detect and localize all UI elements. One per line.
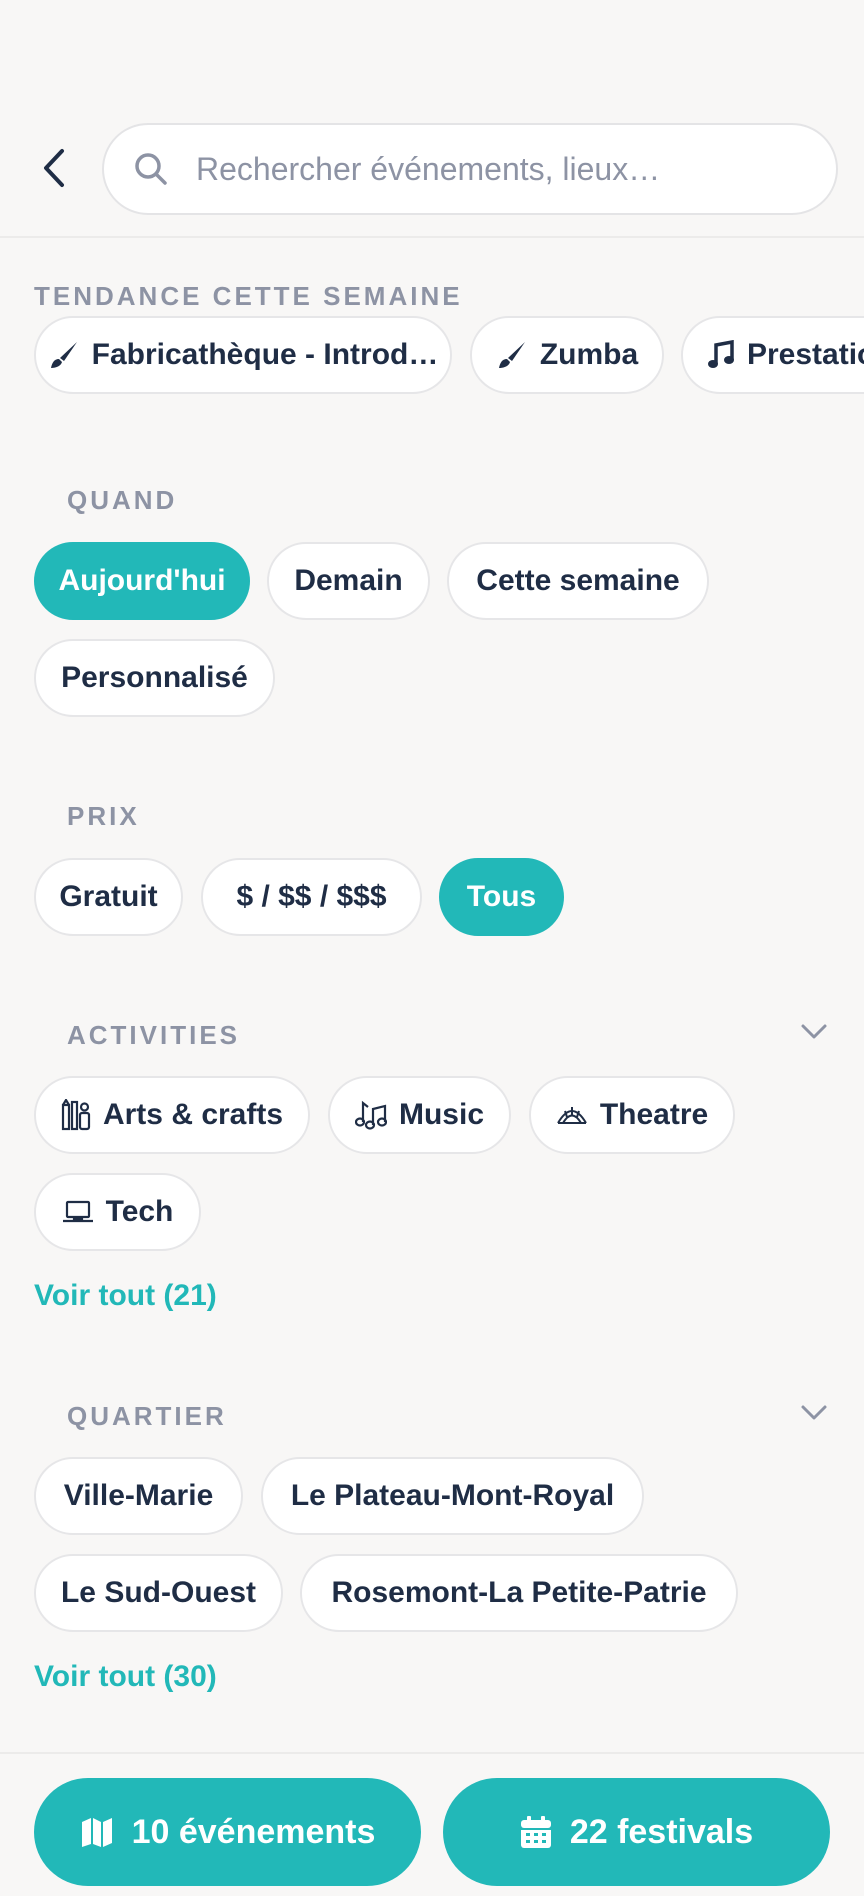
festivals-button[interactable]: 22 festivals <box>443 1778 830 1886</box>
festivals-count-label: 22 festivals <box>569 1812 754 1851</box>
search-box[interactable] <box>102 123 838 215</box>
activity-label: Arts & crafts <box>102 1098 284 1131</box>
back-button[interactable] <box>30 144 78 192</box>
music-note-icon <box>707 340 735 370</box>
trending-label: Zumba <box>539 338 639 371</box>
chevron-left-icon <box>44 149 64 187</box>
trending-row[interactable]: Fabricathèque - Introd… Zumba Prestation <box>0 316 864 396</box>
activities-see-all-link[interactable]: Voir tout (21) <box>34 1279 217 1313</box>
filters-screen: TENDANCE CETTE SEMAINE Fabricathèque - I… <box>0 0 864 1896</box>
when-option-custom[interactable]: Personnalisé <box>34 639 275 717</box>
header <box>0 0 864 238</box>
price-option-free[interactable]: Gratuit <box>34 858 183 936</box>
neighbourhood-see-all-link[interactable]: Voir tout (30) <box>34 1660 217 1694</box>
neighbourhood-title: QUARTIER <box>67 1401 227 1431</box>
theatre-icon <box>556 1103 588 1127</box>
search-icon <box>135 153 167 185</box>
when-option-this-week[interactable]: Cette semaine <box>447 542 709 620</box>
activity-label: Music <box>398 1098 485 1131</box>
paintbrush-icon <box>48 339 80 371</box>
chevron-down-icon[interactable] <box>800 1022 828 1042</box>
activity-chip-arts-crafts[interactable]: Arts & crafts <box>34 1076 310 1154</box>
when-option-tomorrow[interactable]: Demain <box>267 542 430 620</box>
events-map-button[interactable]: 10 événements <box>34 1778 421 1886</box>
neighbourhood-chip[interactable]: Le Sud-Ouest <box>34 1554 283 1632</box>
calendar-icon <box>520 1816 551 1848</box>
trending-chip[interactable]: Fabricathèque - Introd… <box>34 316 452 394</box>
search-input[interactable] <box>196 150 796 188</box>
when-option-today[interactable]: Aujourd'hui <box>34 542 250 620</box>
trending-title: TENDANCE CETTE SEMAINE <box>34 281 463 311</box>
footer-bar: 10 événements 22 festivals <box>0 1752 864 1896</box>
paintbrush-icon <box>496 339 528 371</box>
trending-chip[interactable]: Zumba <box>470 316 664 394</box>
neighbourhood-chip[interactable]: Ville-Marie <box>34 1457 243 1535</box>
trending-chip[interactable]: Prestation <box>681 316 864 394</box>
music-notes-icon <box>354 1100 387 1130</box>
events-count-label: 10 événements <box>131 1812 376 1851</box>
trending-label: Fabricathèque - Introd… <box>91 338 439 371</box>
price-option-all[interactable]: Tous <box>439 858 564 936</box>
activity-chip-music[interactable]: Music <box>328 1076 511 1154</box>
activity-chip-theatre[interactable]: Theatre <box>529 1076 735 1154</box>
activities-title: ACTIVITIES <box>67 1020 241 1050</box>
laptop-icon <box>62 1200 94 1224</box>
map-icon <box>81 1818 112 1847</box>
chevron-down-icon[interactable] <box>800 1403 828 1423</box>
trending-label: Prestation <box>747 338 864 371</box>
neighbourhood-chip[interactable]: Rosemont-La Petite-Patrie <box>300 1554 738 1632</box>
activity-label: Tech <box>105 1195 174 1228</box>
activity-chip-tech[interactable]: Tech <box>34 1173 201 1251</box>
arts-crafts-icon <box>61 1099 91 1131</box>
price-option-paid[interactable]: $ / $$ / $$$ <box>201 858 422 936</box>
when-title: QUAND <box>67 485 178 515</box>
activity-label: Theatre <box>599 1098 709 1131</box>
price-title: PRIX <box>67 801 140 831</box>
neighbourhood-chip[interactable]: Le Plateau-Mont-Royal <box>261 1457 644 1535</box>
